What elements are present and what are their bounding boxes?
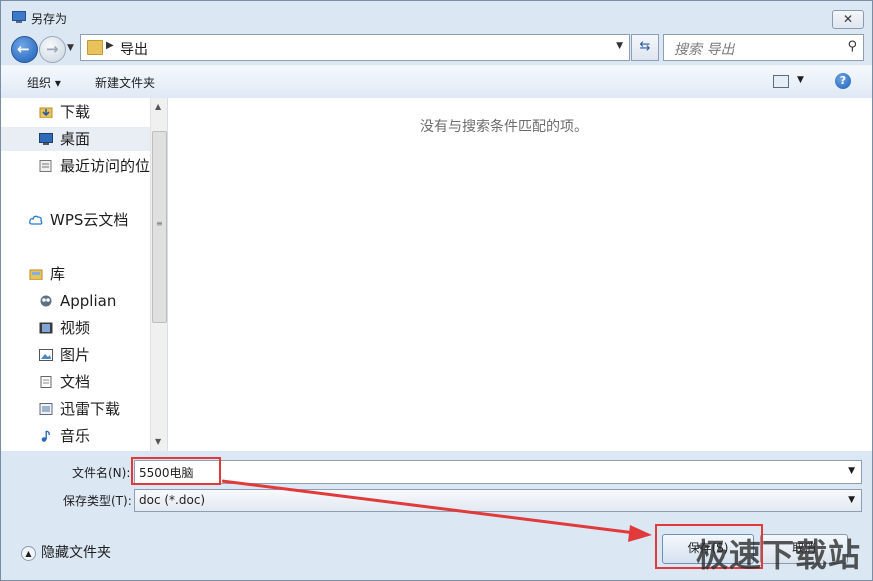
- save-type-value[interactable]: doc (*.doc): [139, 493, 205, 507]
- close-button[interactable]: ✕: [832, 10, 864, 29]
- sidebar-item-thunder-downloads[interactable]: 迅雷下载: [39, 397, 120, 421]
- breadcrumb-current-folder[interactable]: 导出: [120, 39, 148, 59]
- title-bar: 另存为 ✕: [1, 1, 872, 33]
- empty-results-message: 没有与搜索条件匹配的项。: [420, 119, 588, 135]
- sidebar-item-applian[interactable]: Applian: [39, 289, 116, 313]
- command-toolbar: 组织 ▾ 新建文件夹 ▼ ?: [1, 65, 872, 99]
- recent-locations-dropdown-icon[interactable]: ▼: [67, 43, 74, 53]
- document-icon: [40, 376, 52, 388]
- save-type-select[interactable]: doc (*.doc) ▼: [134, 489, 862, 512]
- scrollbar-grip-icon: ≡: [156, 219, 163, 228]
- library-icon: [29, 269, 43, 280]
- hide-folders-toggle[interactable]: ▲ 隐藏文件夹: [21, 542, 111, 562]
- scroll-up-arrow-icon[interactable]: ▲: [155, 102, 161, 111]
- sidebar-item-label: 下载: [60, 103, 91, 121]
- sidebar-item-recent-places[interactable]: 最近访问的位: [39, 154, 150, 178]
- filename-label: 文件名(N):: [72, 466, 131, 480]
- sidebar-item-label: 音乐: [60, 427, 91, 445]
- sidebar-item-label: 文档: [60, 373, 91, 391]
- hide-folders-label: 隐藏文件夹: [41, 545, 111, 561]
- download-folder-icon: [39, 107, 53, 118]
- forward-arrow-icon: →: [46, 40, 59, 58]
- new-folder-button[interactable]: 新建文件夹: [95, 74, 155, 91]
- sidebar-item-music[interactable]: 音乐: [39, 424, 90, 448]
- scrollbar-thumb[interactable]: ≡: [152, 131, 167, 323]
- address-bar[interactable]: ▶ 导出 ▼: [80, 34, 630, 61]
- filename-highlight-box: [131, 457, 221, 485]
- refresh-button[interactable]: ⇆: [631, 34, 659, 61]
- sidebar-item-wps-cloud[interactable]: WPS云文档: [29, 208, 128, 232]
- sidebar-item-label: 图片: [60, 346, 91, 364]
- back-arrow-icon: ←: [17, 40, 30, 58]
- search-box[interactable]: 搜索 导出 ⚲: [663, 34, 864, 61]
- sidebar-item-label: Applian: [60, 292, 117, 310]
- scroll-down-arrow-icon[interactable]: ▼: [155, 437, 161, 446]
- sidebar-item-desktop[interactable]: 桌面: [1, 127, 150, 151]
- search-input[interactable]: 搜索 导出: [674, 39, 734, 59]
- search-icon[interactable]: ⚲: [847, 39, 857, 54]
- sidebar-item-documents[interactable]: 文档: [39, 370, 90, 394]
- save-type-dropdown-icon[interactable]: ▼: [848, 495, 855, 505]
- navigation-pane: 下载 桌面 最近访问的位 WPS云文档 库 Applian 视频 图片 文档 迅…: [1, 98, 168, 451]
- folder-icon: [87, 40, 103, 55]
- recent-places-icon: [39, 160, 52, 172]
- cloud-icon: [29, 215, 43, 225]
- save-as-dialog: 另存为 ✕ ← → ▼ ▶ 导出 ▼ ⇆ 搜索 导出 ⚲ 组织 ▾ 新建文件夹 …: [0, 0, 873, 581]
- thunder-download-icon: [39, 403, 53, 415]
- sidebar-item-libraries[interactable]: 库: [29, 262, 65, 286]
- help-icon[interactable]: ?: [835, 73, 851, 89]
- navigation-bar: ← → ▼ ▶ 导出 ▼ ⇆ 搜索 导出 ⚲: [1, 33, 872, 63]
- sidebar-item-label: 桌面: [60, 130, 91, 148]
- sidebar-item-label: 迅雷下载: [60, 400, 121, 418]
- back-button[interactable]: ←: [11, 36, 38, 63]
- organize-menu-button[interactable]: 组织 ▾: [27, 74, 61, 91]
- view-dropdown-icon[interactable]: ▼: [797, 75, 804, 85]
- filename-input[interactable]: 5500电脑 ▼: [134, 460, 862, 484]
- address-dropdown-icon[interactable]: ▼: [616, 41, 623, 51]
- sidebar-item-label: 库: [50, 265, 66, 283]
- forward-button[interactable]: →: [39, 36, 66, 63]
- breadcrumb-chevron-icon[interactable]: ▶: [106, 40, 114, 51]
- sidebar-item-pictures[interactable]: 图片: [39, 343, 90, 367]
- app-window-icon: [12, 11, 26, 23]
- sidebar-item-downloads[interactable]: 下载: [39, 100, 90, 124]
- view-options-icon[interactable]: [773, 75, 789, 88]
- watermark-text: 极速下载站: [696, 536, 862, 574]
- sidebar-item-label: 最近访问的位: [60, 157, 151, 175]
- window-title: 另存为: [31, 12, 68, 26]
- sidebar-scrollbar[interactable]: ▲ ≡ ▼: [150, 98, 167, 451]
- refresh-icon: ⇆: [639, 39, 651, 54]
- owl-app-icon: [40, 295, 52, 307]
- sidebar-item-label: 视频: [60, 319, 91, 337]
- sidebar-item-videos[interactable]: 视频: [39, 316, 90, 340]
- save-type-label: 保存类型(T):: [63, 494, 132, 508]
- desktop-icon: [39, 133, 53, 145]
- video-icon: [39, 322, 53, 334]
- music-icon: [41, 430, 50, 442]
- collapse-arrow-icon: ▲: [21, 546, 36, 561]
- sidebar-item-label: WPS云文档: [50, 211, 129, 229]
- picture-icon: [39, 349, 53, 361]
- file-list-area[interactable]: 没有与搜索条件匹配的项。: [168, 98, 872, 451]
- filename-dropdown-icon[interactable]: ▼: [848, 466, 855, 476]
